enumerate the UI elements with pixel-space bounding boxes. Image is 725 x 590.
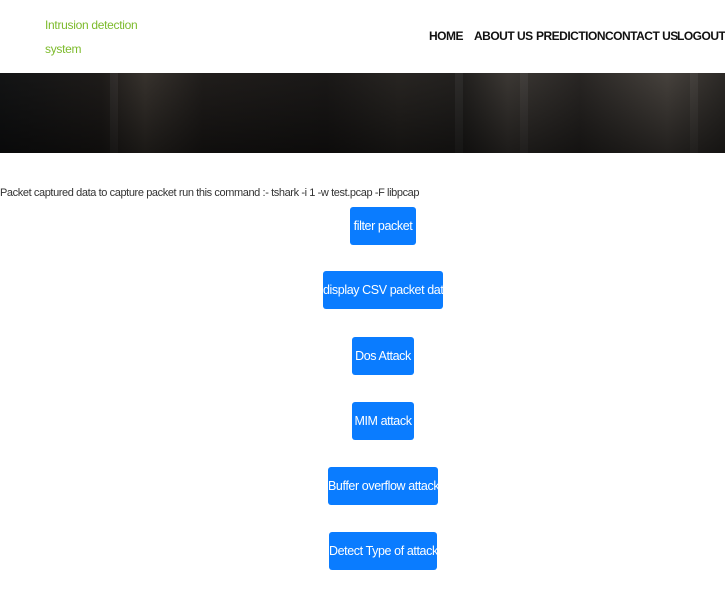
nav-contact-us[interactable]: CONTACT US xyxy=(605,29,678,43)
capture-command-note: Packet captured data to capture packet r… xyxy=(0,187,420,199)
display-csv-packet-data-button[interactable]: display CSV packet data xyxy=(323,271,450,309)
dos-attack-button[interactable]: Dos Attack xyxy=(352,337,414,375)
mim-attack-button[interactable]: MIM attack xyxy=(352,402,414,440)
nav-home[interactable]: HOME xyxy=(429,29,464,43)
nav-about-us[interactable]: ABOUT US xyxy=(474,29,533,43)
hero-banner xyxy=(0,73,725,153)
brand-line-2: system xyxy=(45,42,82,56)
detect-type-of-attack-button[interactable]: Detect Type of attack xyxy=(329,532,438,570)
buffer-overflow-attack-button[interactable]: Buffer overflow attack xyxy=(328,467,440,505)
brand-line-1: Intrusion detection xyxy=(45,18,138,32)
filter-packet-button[interactable]: filter packet xyxy=(350,207,416,245)
nav-prediction[interactable]: PREDICTION xyxy=(536,29,606,43)
banner-shade xyxy=(0,73,725,153)
brand-logo[interactable]: Intrusion detection system xyxy=(45,13,155,61)
nav-logout[interactable]: LOGOUT xyxy=(677,29,725,43)
navbar: Intrusion detection system HOME ABOUT US… xyxy=(0,0,725,73)
